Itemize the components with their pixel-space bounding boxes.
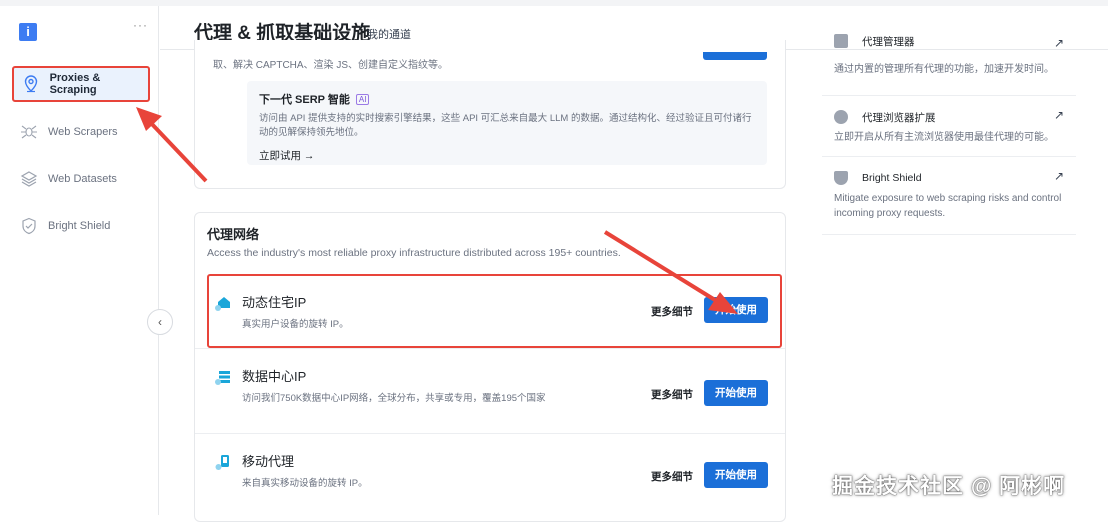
shield-icon — [834, 171, 848, 185]
watermark: 掘金技术社区 @ 阿彬啊 — [832, 475, 1066, 498]
sidebar-item-bright-shield[interactable]: Bright Shield — [12, 208, 150, 244]
tool-title: 代理管理器 — [862, 35, 915, 48]
try-now-link[interactable]: 立即试用 → — [259, 148, 755, 163]
sidebar-item-label: Bright Shield — [48, 220, 111, 232]
get-started-button[interactable]: 开始使用 — [704, 462, 768, 488]
ai-badge: AI — [355, 93, 370, 105]
sidebar-item-label: Web Scrapers — [48, 126, 118, 138]
row-title: 数据中心IP — [242, 369, 307, 384]
card-action-button[interactable] — [703, 52, 767, 60]
tools-panel: 代理管理器 ↗ 通过内置的管理所有代理的功能，加速开发时间。 代理浏览器扩展 ↗… — [822, 34, 1076, 235]
sidebar: i ··· Proxies & Scraping Web Scrapers We… — [0, 6, 159, 515]
proxy-row-datacenter: 数据中心IP 访问我们750K数据中心IP网络，全球分布，共享或专用，覆盖195… — [195, 348, 785, 433]
more-details-link[interactable]: 更多细节 — [651, 387, 693, 402]
tool-title: Bright Shield — [862, 172, 922, 184]
tool-description: 立即开启从所有主流浏览器使用最佳代理的可能。 — [834, 132, 1054, 143]
tool-description: Mitigate exposure to web scraping risks … — [834, 193, 1062, 219]
more-details-link[interactable]: 更多细节 — [651, 469, 693, 484]
section-title: 代理网络 — [207, 227, 260, 242]
sidebar-item-web-scrapers[interactable]: Web Scrapers — [12, 114, 150, 150]
spider-icon — [20, 123, 38, 141]
collapse-sidebar-button[interactable]: ‹ — [147, 309, 173, 335]
sidebar-item-label: Proxies & Scraping — [49, 72, 101, 96]
section-description: Access the industry's most reliable prox… — [207, 247, 621, 259]
sidebar-item-label: Web Datasets — [48, 173, 117, 185]
residential-house-icon — [215, 295, 231, 311]
chrome-icon — [834, 110, 848, 124]
proxy-row-mobile: 移动代理 来自真实移动设备的旋转 IP。 更多细节 开始使用 — [195, 433, 785, 523]
external-arrow-icon: ↗ — [1053, 108, 1064, 122]
sidebar-item-web-datasets[interactable]: Web Datasets — [12, 161, 150, 197]
proxy-network-card: 代理网络 Access the industry's most reliable… — [194, 212, 786, 522]
tool-title: 代理浏览器扩展 — [862, 111, 936, 124]
shield-check-icon — [20, 217, 38, 235]
row-description: 真实用户设备的旋转 IP。 — [242, 319, 349, 330]
row-description: 来自真实移动设备的旋转 IP。 — [242, 478, 368, 489]
tool-browser-extension[interactable]: 代理浏览器扩展 ↗ 立即开启从所有主流浏览器使用最佳代理的可能。 — [822, 96, 1076, 157]
proxy-row-residential: 动态住宅IP 真实用户设备的旋转 IP。 更多细节 开始使用 — [195, 275, 785, 348]
more-details-link[interactable]: 更多细节 — [651, 304, 693, 319]
scraping-card: 取、解决 CAPTCHA、渲染 JS、创建自定义指纹等。 下一代 SERP 智能… — [194, 40, 786, 189]
tool-description: 通过内置的管理所有代理的功能，加速开发时间。 — [834, 64, 1054, 75]
row-description: 访问我们750K数据中心IP网络，全球分布，共享或专用，覆盖195个国家 — [242, 393, 546, 404]
row-title: 动态住宅IP — [242, 295, 307, 310]
proxy-manager-icon — [834, 34, 848, 48]
tool-bright-shield[interactable]: Bright Shield ↗ Mitigate exposure to web… — [822, 157, 1076, 235]
serp-title: 下一代 SERP 智能 — [259, 94, 350, 106]
external-arrow-icon: ↗ — [1053, 36, 1064, 50]
info-logo-icon: i — [19, 23, 37, 41]
serp-description: 访问由 API 提供支持的实时搜索引擎结果，这些 API 可汇总来自最大 LLM… — [259, 113, 752, 138]
layers-icon — [20, 170, 38, 188]
datacenter-server-icon — [215, 369, 231, 385]
sidebar-item-proxies-scraping[interactable]: Proxies & Scraping — [12, 66, 150, 102]
external-arrow-icon: ↗ — [1053, 169, 1064, 183]
card-description: 取、解决 CAPTCHA、渲染 JS、创建自定义指纹等。 — [213, 60, 449, 71]
mobile-phone-icon — [215, 454, 231, 470]
location-pin-icon — [22, 75, 40, 93]
row-title: 移动代理 — [242, 454, 295, 469]
more-options-button[interactable]: ··· — [133, 18, 148, 32]
tool-proxy-manager[interactable]: 代理管理器 ↗ 通过内置的管理所有代理的功能，加速开发时间。 — [822, 34, 1076, 96]
serp-promo: 下一代 SERP 智能 AI 访问由 API 提供支持的实时搜索引擎结果，这些 A… — [247, 81, 767, 165]
get-started-button[interactable]: 开始使用 — [704, 380, 768, 406]
get-started-button[interactable]: 开始使用 — [704, 297, 768, 323]
